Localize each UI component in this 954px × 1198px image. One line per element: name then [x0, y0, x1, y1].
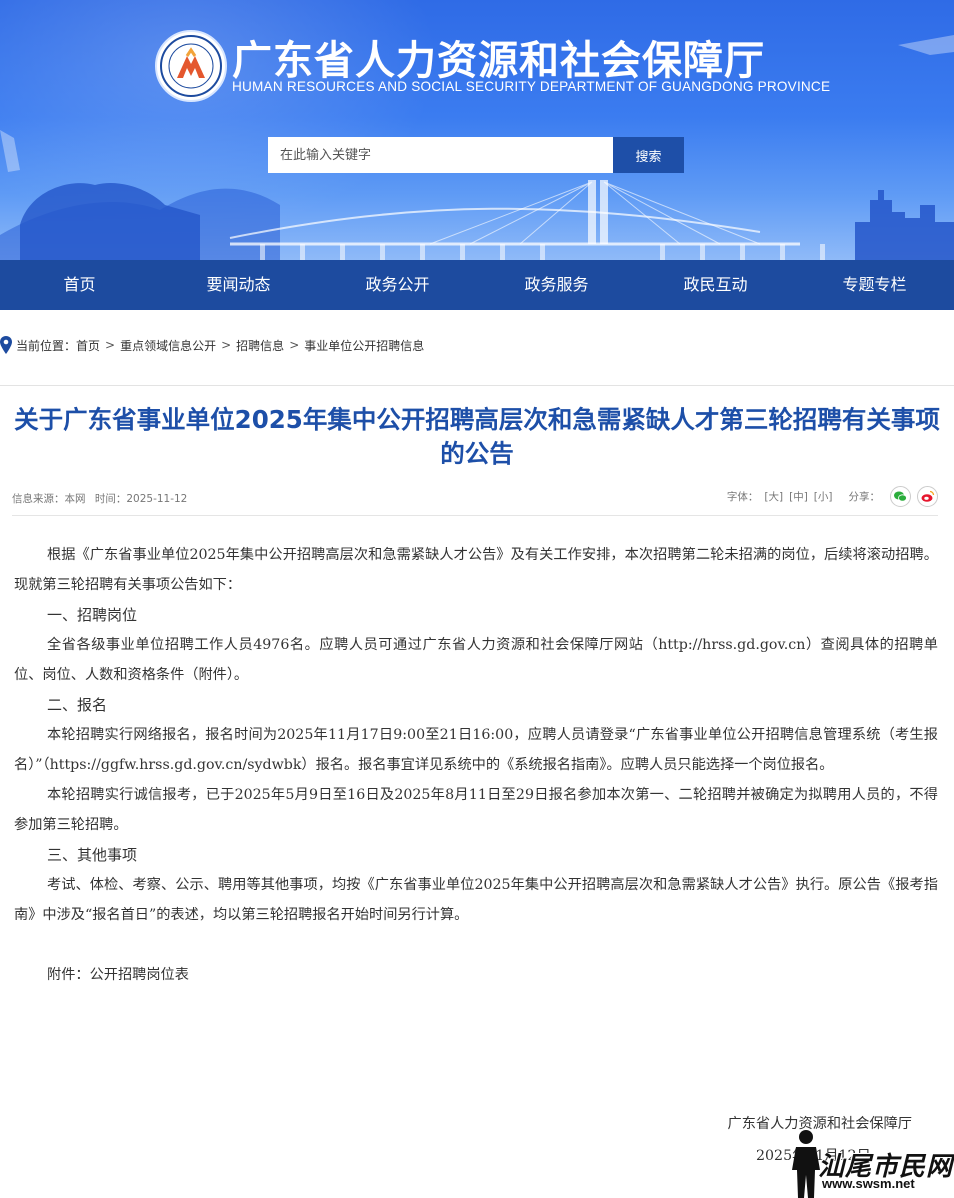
breadcrumb-home[interactable]: 首页	[76, 337, 100, 354]
nav-item-special-topics[interactable]: 专题专栏	[795, 260, 954, 310]
font-size-small[interactable]: [小]	[814, 489, 833, 504]
site-subtitle: HUMAN RESOURCES AND SOCIAL SECURITY DEPA…	[232, 79, 831, 94]
watermark-url: www.swsm.net	[822, 1176, 915, 1191]
breadcrumb: 当前位置： 首页 > 重点领域信息公开 > 招聘信息 > 事业单位公开招聘信息	[0, 334, 424, 356]
nav-item-gov-services[interactable]: 政务服务	[477, 260, 636, 310]
breadcrumb-key-areas[interactable]: 重点领域信息公开	[120, 337, 216, 354]
header-banner: 广东省人力资源和社会保障厅 HUMAN RESOURCES AND SOCIAL…	[0, 0, 954, 260]
breadcrumb-separator: >	[221, 338, 232, 352]
article-time: 时间：2025-11-12	[94, 493, 188, 505]
other-paragraph: 考试、体检、考察、公示、聘用等其他事项，均按《广东省事业单位2025年集中公开招…	[14, 877, 938, 923]
breadcrumb-prefix: 当前位置：	[16, 338, 77, 353]
nav-item-news[interactable]: 要闻动态	[159, 260, 318, 310]
weibo-icon[interactable]	[917, 486, 938, 507]
nav-item-interaction[interactable]: 政民互动	[636, 260, 795, 310]
article-body: 根据《广东省事业单位2025年集中公开招聘高层次和急需紧缺人才公告》及有关工作安…	[14, 540, 938, 990]
wechat-icon[interactable]	[890, 486, 911, 507]
breadcrumb-institution-recruitment[interactable]: 事业单位公开招聘信息	[304, 337, 424, 354]
section-heading-registration: 二、报名	[47, 696, 108, 714]
section-heading-positions: 一、招聘岗位	[47, 606, 138, 624]
nav-item-gov-affairs[interactable]: 政务公开	[318, 260, 477, 310]
search-button[interactable]: 搜索	[613, 137, 684, 173]
font-size-medium[interactable]: [中]	[789, 489, 808, 504]
breadcrumb-separator: >	[289, 338, 300, 352]
nav-item-home[interactable]: 首页	[0, 260, 159, 310]
positions-paragraph: 全省各级事业单位招聘工作人员4976名。应聘人员可通过广东省人力资源和社会保障厅…	[14, 637, 938, 683]
article-tools: 字体： [大] [中] [小] 分享：	[727, 486, 938, 507]
breadcrumb-divider	[0, 385, 954, 386]
registration-paragraph: 本轮招聘实行网络报名，报名时间为2025年11月17日9:00至21日16:00…	[14, 727, 938, 773]
intro-paragraph: 根据《广东省事业单位2025年集中公开招聘高层次和急需紧缺人才公告》及有关工作安…	[14, 547, 938, 593]
site-title: 广东省人力资源和社会保障厅	[232, 38, 765, 84]
section-heading-other: 三、其他事项	[47, 846, 138, 864]
font-size-large[interactable]: [大]	[764, 489, 783, 504]
integrity-paragraph: 本轮招聘实行诚信报考，已于2025年5月9日至16日及2025年8月11日至29…	[14, 787, 938, 833]
font-size-label: 字体：	[726, 491, 759, 503]
main-nav: 首页 要闻动态 政务公开 政务服务 政民互动 专题专栏	[0, 260, 954, 310]
meta-divider	[12, 515, 938, 516]
search-input[interactable]	[268, 137, 613, 173]
department-logo[interactable]	[155, 30, 227, 102]
article-source: 信息来源：本网	[12, 493, 86, 505]
location-pin-icon	[0, 336, 12, 354]
emblem-icon	[160, 35, 222, 97]
article-meta: 信息来源：本网 时间：2025-11-12	[12, 491, 193, 506]
breadcrumb-recruitment[interactable]: 招聘信息	[236, 337, 284, 354]
share-label: 分享：	[848, 491, 881, 503]
breadcrumb-separator: >	[105, 338, 116, 352]
article-title: 关于广东省事业单位2025年集中公开招聘高层次和急需紧缺人才第三轮招聘有关事项的…	[14, 405, 940, 468]
attachment-link[interactable]: 附件：公开招聘岗位表	[14, 960, 938, 990]
